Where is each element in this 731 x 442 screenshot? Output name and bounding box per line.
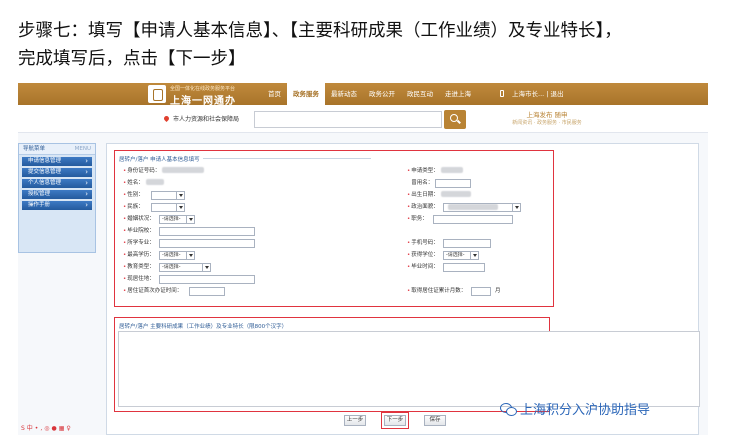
basic-info-section: 居转户/落户 申请人基本信息填写 •身份证号码： •姓名： •性别： •民族： … (114, 150, 554, 307)
name-field: •姓名： (123, 179, 164, 188)
wechat-icon (500, 403, 517, 416)
department-label: 市人力资源和社会保障局 (162, 114, 239, 123)
ethnicity-label: •民族： (123, 204, 144, 210)
sidebar-item-personal-info[interactable]: 个人信息管理 › (22, 179, 92, 188)
gender-select[interactable] (151, 191, 185, 200)
brand-subtitle: 全国一体化在线政务服务平台 (170, 86, 236, 92)
basic-info-title: 居转户/落户 申请人基本信息填写 (119, 155, 371, 163)
chevron-right-icon: › (85, 190, 88, 198)
sidebar: 导航菜单 MENU 申请信息管理 › 提交信息管理 › 个人信息管理 › 授权管理 › … (18, 143, 96, 253)
logout-link[interactable]: 退出 (551, 90, 564, 98)
id-number-value (162, 167, 205, 173)
phone-input[interactable] (443, 239, 491, 248)
nav-public-affairs[interactable]: 政务公开 (363, 83, 401, 105)
degree-select[interactable]: -请选择- (443, 251, 479, 260)
main-form-panel: 居转户/落户 申请人基本信息填写 •身份证号码： •姓名： •性别： •民族： … (106, 143, 700, 435)
main-nav: 首页 政务服务 最新动态 政务公开 政民互动 走进上海 (262, 83, 477, 105)
sidebar-item-manual[interactable]: 操作手册 › (22, 201, 92, 210)
sidebar-item-apply-info[interactable]: 申请信息管理 › (22, 157, 92, 166)
major-input[interactable] (159, 239, 255, 248)
user-name[interactable]: 上海市长... (512, 90, 544, 98)
achievements-textarea[interactable] (118, 331, 700, 407)
education-label: •最高学历： (123, 252, 155, 258)
id-number-field: •身份证号码： (123, 167, 205, 176)
address-label: •现居住地： (123, 276, 155, 282)
search-icon (450, 114, 458, 122)
chevron-right-icon: › (85, 168, 88, 176)
portal-logo-icon[interactable] (148, 85, 166, 103)
wechat-watermark: 上海积分入沪协助指导 (500, 399, 650, 418)
promo-subtitle: 新闻资讯 · 政务服务 · 市民服务 (512, 120, 582, 126)
instruction-line-2: 完成填写后，点击【下一步】 (18, 49, 246, 69)
grad-time-input[interactable] (443, 263, 485, 272)
gender-label: •性别： (123, 192, 144, 198)
nav-home[interactable]: 首页 (262, 83, 287, 105)
sidebar-item-authorization[interactable]: 授权管理 › (22, 190, 92, 199)
alias-label: •曾用名： (411, 180, 434, 186)
taskbar-tray[interactable]: S中•,◎●▦♀ (21, 423, 73, 432)
marital-select[interactable]: -请选择- (159, 215, 195, 224)
chevron-down-icon (202, 264, 210, 271)
duty-label: •职务： (407, 216, 428, 222)
chevron-down-icon (512, 204, 520, 211)
instruction-line-1: 步骤七：填写【申请人基本信息】、【主要科研成果（工作业绩）及专业特长】， (18, 21, 622, 41)
nav-about-shanghai[interactable]: 走进上海 (439, 83, 477, 105)
residence-months-input[interactable] (471, 287, 491, 296)
education-select[interactable]: -请选择- (159, 251, 195, 260)
graduate-school-label: •毕业院校： (123, 228, 155, 234)
nav-news[interactable]: 最新动态 (325, 83, 363, 105)
promo-banner[interactable]: 上海发布 随申 新闻资讯 · 政务服务 · 市民服务 (492, 111, 602, 129)
chevron-down-icon (186, 252, 194, 259)
chevron-down-icon (186, 216, 194, 223)
promo-title: 上海发布 随申 (526, 111, 568, 119)
birth-date-field: •出生日期： (407, 191, 471, 200)
grad-time-label: •毕业时间： (407, 264, 439, 270)
achievements-title: 居转户/落户 主要科研成果（工作业绩）及专业特长（限800个汉字） (119, 324, 288, 330)
apply-type-value (440, 167, 463, 173)
chevron-right-icon: › (85, 201, 88, 209)
user-area: 上海市长... | 退出 (500, 83, 564, 105)
chevron-down-icon (176, 204, 184, 211)
ethnicity-select[interactable] (151, 203, 185, 212)
top-banner: 全国一体化在线政务服务平台 上海一网通办 首页 政务服务 最新动态 政务公开 政… (18, 83, 708, 107)
mobile-icon[interactable] (500, 90, 504, 97)
sidebar-title: 导航菜单 MENU (19, 144, 95, 155)
edu-type-label: •教育类型： (123, 264, 155, 270)
search-input[interactable] (254, 111, 442, 128)
residence-time-label: •居住证首次办证时间： (123, 288, 183, 294)
prev-step-button[interactable]: 上一步 (344, 415, 366, 426)
political-label: •政治面貌： (407, 204, 439, 210)
phone-label: •手机号码： (407, 240, 439, 246)
address-input[interactable] (159, 275, 255, 284)
degree-label: •获得学位： (407, 252, 439, 258)
nav-gov-services[interactable]: 政务服务 (287, 83, 325, 105)
major-label: •所学专业： (123, 240, 155, 246)
nav-interaction[interactable]: 政民互动 (401, 83, 439, 105)
chevron-down-icon (470, 252, 478, 259)
name-value (145, 179, 164, 185)
sidebar-item-submit-info[interactable]: 提交信息管理 › (22, 168, 92, 177)
marital-label: •婚姻状况： (123, 216, 155, 222)
birth-date-value (440, 191, 471, 197)
duty-input[interactable] (433, 215, 513, 224)
month-unit: 月 (495, 288, 501, 294)
screenshot-frame: 全国一体化在线政务服务平台 上海一网通办 首页 政务服务 最新动态 政务公开 政… (18, 83, 708, 435)
search-button[interactable] (444, 110, 466, 129)
residence-time-input[interactable] (189, 287, 225, 296)
residence-months-label: •取得居住证累计月数： (407, 288, 467, 294)
save-button[interactable]: 保存 (424, 415, 446, 426)
alias-input[interactable] (435, 179, 471, 188)
location-pin-icon (162, 114, 171, 123)
graduate-school-input[interactable] (159, 227, 255, 236)
apply-type-field: •申请类型： (407, 167, 463, 176)
chevron-right-icon: › (85, 179, 88, 187)
edu-type-select[interactable]: -请选择- (159, 263, 211, 272)
search-row: 市人力资源和社会保障局 上海发布 随申 新闻资讯 · 政务服务 · 市民服务 (18, 105, 708, 133)
instruction-text: 步骤七：填写【申请人基本信息】、【主要科研成果（工作业绩）及专业特长】， 完成填… (18, 17, 723, 73)
chevron-down-icon (176, 192, 184, 199)
next-step-button[interactable]: 下一步 (381, 412, 409, 429)
chevron-right-icon: › (85, 157, 88, 165)
political-select[interactable] (443, 203, 521, 212)
